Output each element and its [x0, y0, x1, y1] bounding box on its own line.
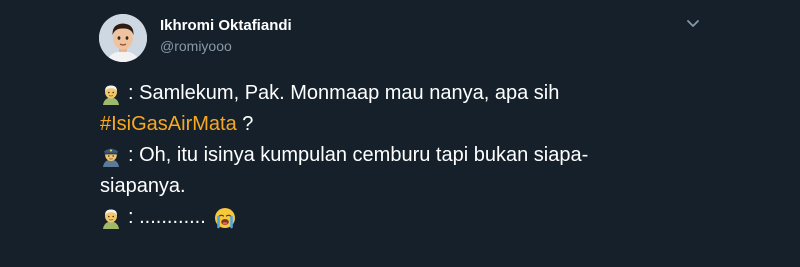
avatar-image — [99, 14, 147, 62]
tweet-line-4-text: siapanya. — [100, 175, 186, 197]
display-name[interactable]: Ikhromi Oktafiandi — [160, 16, 292, 35]
tweet-line-5-text: : ............ — [128, 206, 206, 228]
tweet-line-1-text: : Samlekum, Pak. Monmaap mau nanya, apa … — [128, 82, 560, 104]
hashtag-link[interactable]: #IsiGasAirMata — [100, 109, 237, 140]
tweet-line-5: : ............ — [100, 202, 700, 233]
old-man-emoji-icon — [100, 207, 122, 229]
tweet-line-2: #IsiGasAirMata ? — [100, 109, 700, 140]
avatar[interactable] — [99, 14, 147, 62]
author-info: Ikhromi Oktafiandi @romiyooo — [160, 16, 292, 56]
tweet-line-3-text: : Oh, itu isinya kumpulan cemburu tapi b… — [128, 144, 589, 166]
username[interactable]: @romiyooo — [160, 37, 292, 56]
tweet-line-3: : Oh, itu isinya kumpulan cemburu tapi b… — [100, 140, 700, 171]
tweet-card: Ikhromi Oktafiandi @romiyooo : Samlekum,… — [0, 0, 800, 267]
chevron-down-icon — [687, 20, 699, 27]
police-officer-emoji-icon — [100, 145, 122, 167]
loudly-crying-face-emoji-icon — [214, 207, 236, 229]
tweet-menu-button[interactable] — [684, 14, 702, 32]
tweet-line-1: : Samlekum, Pak. Monmaap mau nanya, apa … — [100, 78, 700, 109]
tweet-line-2-suffix: ? — [236, 113, 254, 135]
tweet-line-4: siapanya. — [100, 171, 700, 202]
old-man-emoji-icon — [100, 83, 122, 105]
tweet-text: : Samlekum, Pak. Monmaap mau nanya, apa … — [100, 78, 700, 233]
